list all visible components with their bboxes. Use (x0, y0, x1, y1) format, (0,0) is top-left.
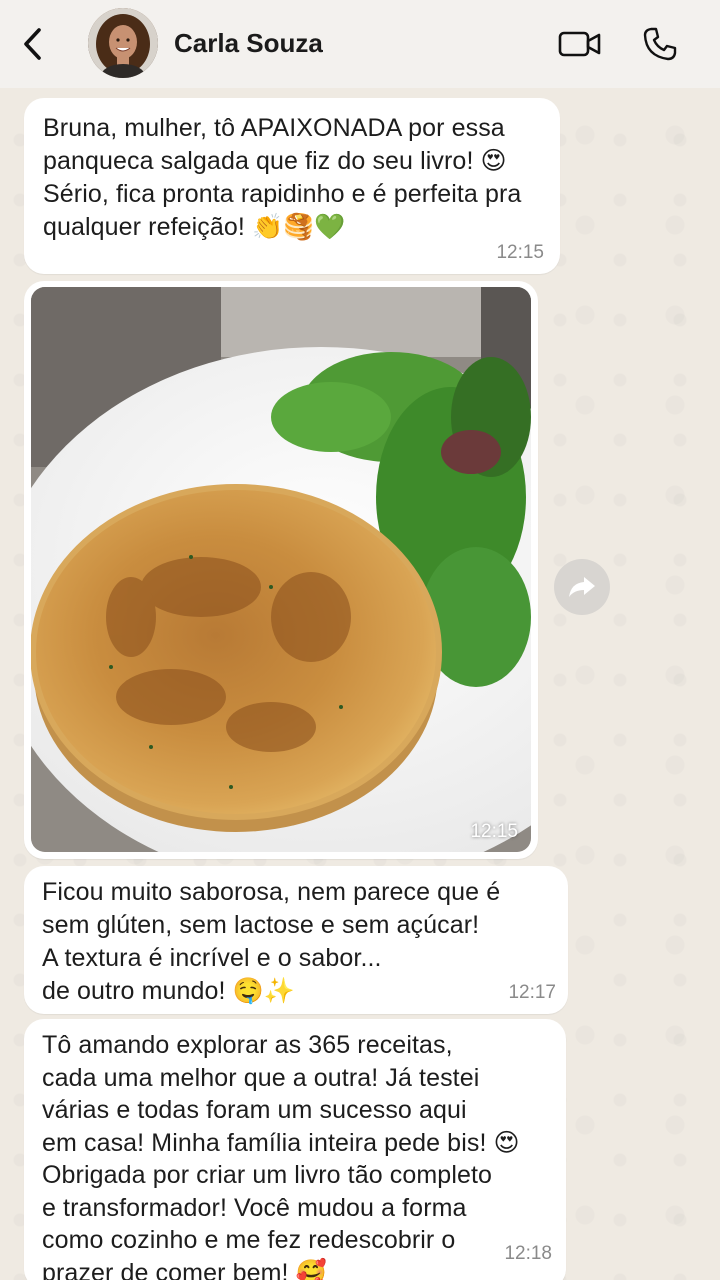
video-call-button[interactable] (558, 26, 602, 62)
message-time: 12:15 (470, 821, 518, 842)
forward-button[interactable] (554, 559, 610, 615)
contact-name[interactable]: Carla Souza (174, 28, 323, 59)
chevron-left-icon (24, 28, 41, 60)
pancake-photo[interactable] (31, 287, 531, 852)
message-text: Ficou muito saborosa, nem parece que é s… (42, 878, 501, 1005)
avatar-image (88, 8, 158, 78)
video-camera-icon (558, 31, 601, 57)
message-bubble[interactable]: Tô amando explorar as 365 receitas, cada… (24, 1019, 566, 1280)
message-bubble[interactable]: Bruna, mulher, tô APAIXONADA por essa pa… (24, 98, 560, 274)
message-time: 12:17 (508, 982, 556, 1003)
message-text: Bruna, mulher, tô APAIXONADA por essa pa… (43, 114, 522, 241)
message-text: Tô amando explorar as 365 receitas, cada… (42, 1031, 520, 1280)
back-button[interactable] (18, 26, 48, 62)
message-time: 12:18 (504, 1243, 552, 1264)
image-message-bubble[interactable]: 12:15 (24, 281, 538, 859)
message-bubble[interactable]: Ficou muito saborosa, nem parece que é s… (24, 866, 568, 1014)
phone-icon (643, 27, 677, 61)
chat-header: Carla Souza (0, 0, 720, 88)
message-time: 12:15 (496, 242, 544, 263)
voice-call-button[interactable] (638, 26, 682, 62)
forward-icon (569, 577, 595, 597)
avatar[interactable] (88, 8, 158, 78)
